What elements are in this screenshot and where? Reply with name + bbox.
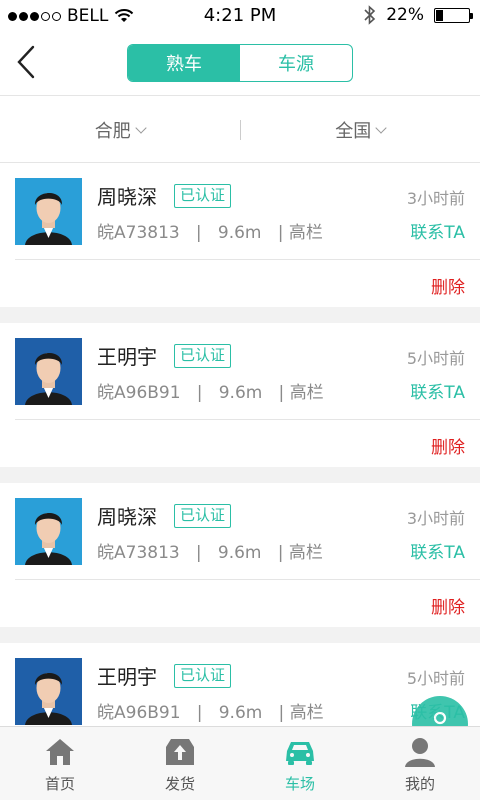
truck-type: 高栏 xyxy=(289,383,324,403)
tab-ship-label: 发货 xyxy=(164,775,195,793)
chevron-down-icon xyxy=(135,121,147,134)
truck-length: 9.6m xyxy=(217,223,262,243)
tab-ship[interactable]: 发货 xyxy=(120,727,240,800)
avatar xyxy=(15,498,82,565)
info-divider: | xyxy=(185,543,213,563)
city-filter-label: 合肥 xyxy=(94,120,131,142)
tab-yard[interactable]: 车场 xyxy=(240,727,360,800)
contact-button[interactable]: 联系TA xyxy=(410,218,465,243)
status-right: 22% xyxy=(364,5,473,25)
battery-icon xyxy=(434,7,473,23)
upload-box-icon xyxy=(166,739,194,765)
truck-info: 皖A73813 | 9.6m | 高栏 xyxy=(97,538,323,563)
plate-number: 皖A96B91 xyxy=(97,383,181,403)
delete-button[interactable]: 删除 xyxy=(431,433,465,458)
battery-level xyxy=(436,9,444,21)
tab-home-label: 首页 xyxy=(44,775,75,793)
info-divider: | xyxy=(267,703,285,723)
post-time: 3小时前 xyxy=(406,189,465,208)
chevron-down-icon xyxy=(375,121,387,134)
info-divider: | xyxy=(266,223,284,243)
driver-name: 王明宇 xyxy=(97,345,157,369)
info-divider: | xyxy=(185,223,213,243)
driver-card[interactable]: 周晓深 已认证 3小时前 皖A73813 | 9.6m | 高栏 联系TA 删除 xyxy=(0,483,480,627)
driver-name: 周晓深 xyxy=(97,505,157,529)
segment-familiar-trucks[interactable]: 熟车 xyxy=(128,45,240,81)
region-filter-label: 全国 xyxy=(335,120,372,142)
back-arrow-icon[interactable] xyxy=(14,44,38,80)
info-divider: | xyxy=(267,383,285,403)
truck-length: 9.6m xyxy=(217,543,262,563)
delete-button[interactable]: 删除 xyxy=(431,273,465,298)
truck-info: 皖A96B91 | 9.6m | 高栏 xyxy=(97,378,324,403)
city-filter[interactable]: 合肥 xyxy=(0,117,240,143)
nav-header: 熟车 车源 xyxy=(0,32,480,96)
verified-badge: 已认证 xyxy=(174,664,232,688)
info-divider: | xyxy=(185,703,214,723)
tab-bar: 首页 发货 车场 我的 xyxy=(0,726,480,800)
driver-list[interactable]: 周晓深 已认证 3小时前 皖A73813 | 9.6m | 高栏 联系TA 删除… xyxy=(0,163,480,726)
filter-bar: 合肥 全国 xyxy=(0,97,480,163)
delete-button[interactable]: 删除 xyxy=(431,593,465,618)
avatar xyxy=(15,338,82,405)
truck-type: 高栏 xyxy=(288,223,323,243)
truck-type: 高栏 xyxy=(288,543,323,563)
battery-percent: 22% xyxy=(386,5,424,25)
card-separator xyxy=(0,307,480,323)
tab-mine[interactable]: 我的 xyxy=(360,727,480,800)
info-divider: | xyxy=(185,383,214,403)
tab-mine-label: 我的 xyxy=(404,775,435,793)
status-bar: BELL 4:21 PM 22% xyxy=(0,0,480,32)
post-time: 5小时前 xyxy=(406,669,465,688)
truck-type: 高栏 xyxy=(289,703,324,723)
divider xyxy=(15,579,480,580)
post-time: 3小时前 xyxy=(406,509,465,528)
truck-length: 9.6m xyxy=(218,383,263,403)
truck-info: 皖A96B91 | 9.6m | 高栏 xyxy=(97,698,324,723)
verified-badge: 已认证 xyxy=(174,504,232,528)
user-icon xyxy=(405,738,435,767)
divider xyxy=(15,259,480,260)
driver-name: 王明宇 xyxy=(97,665,157,689)
contact-button[interactable]: 联系TA xyxy=(410,538,465,563)
driver-card[interactable]: 王明宇 已认证 5小时前 皖A96B91 | 9.6m | 高栏 联系TA 删除 xyxy=(0,323,480,467)
avatar xyxy=(15,178,82,245)
verified-badge: 已认证 xyxy=(174,184,232,208)
region-filter[interactable]: 全国 xyxy=(241,117,480,143)
avatar xyxy=(15,658,82,725)
bluetooth-icon xyxy=(364,5,376,25)
divider xyxy=(15,419,480,420)
info-divider: | xyxy=(266,543,284,563)
verified-badge: 已认证 xyxy=(174,344,232,368)
card-separator xyxy=(0,467,480,483)
post-time: 5小时前 xyxy=(406,349,465,368)
segment-truck-source[interactable]: 车源 xyxy=(240,45,352,81)
truck-length: 9.6m xyxy=(218,703,263,723)
driver-card[interactable]: 王明宇 已认证 5小时前 皖A96B91 | 9.6m | 高栏 联系TA 删除 xyxy=(0,643,480,726)
home-icon xyxy=(46,739,74,765)
plate-number: 皖A73813 xyxy=(97,223,180,243)
card-separator xyxy=(0,627,480,643)
driver-card[interactable]: 周晓深 已认证 3小时前 皖A73813 | 9.6m | 高栏 联系TA 删除 xyxy=(0,163,480,307)
driver-name: 周晓深 xyxy=(97,185,157,209)
tab-home[interactable]: 首页 xyxy=(0,727,120,800)
car-icon xyxy=(286,742,314,765)
plate-number: 皖A96B91 xyxy=(97,703,181,723)
tab-yard-label: 车场 xyxy=(284,775,315,793)
truck-info: 皖A73813 | 9.6m | 高栏 xyxy=(97,218,323,243)
plate-number: 皖A73813 xyxy=(97,543,180,563)
segmented-control: 熟车 车源 xyxy=(127,44,353,82)
contact-button[interactable]: 联系TA xyxy=(410,378,465,403)
